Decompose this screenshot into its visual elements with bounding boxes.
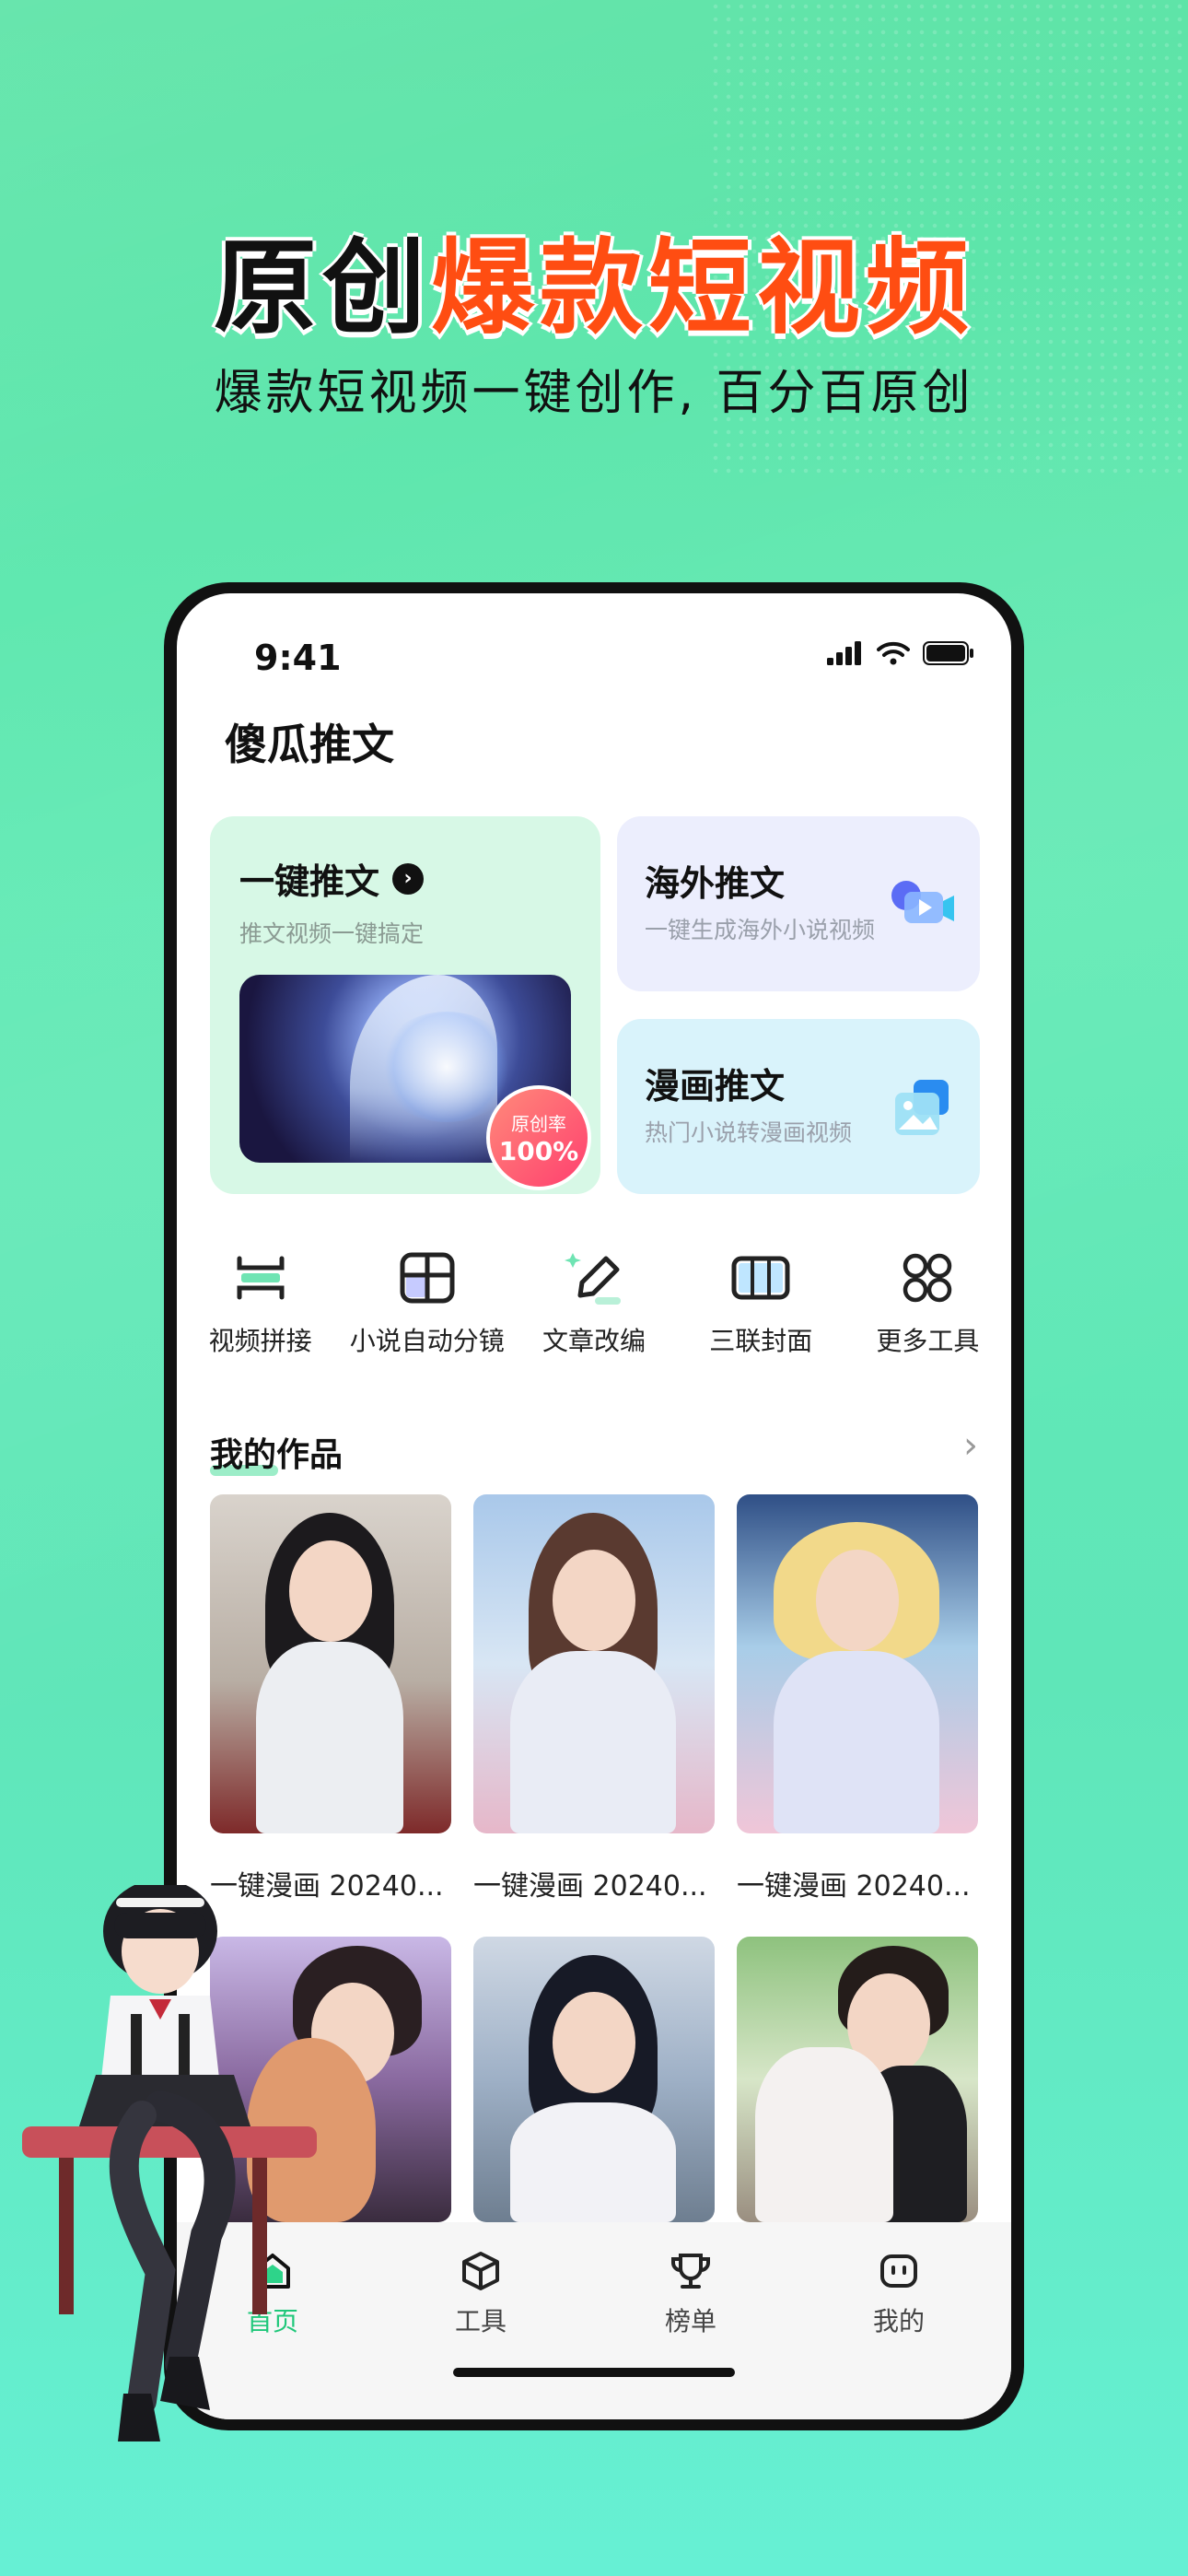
- badge-label: 原创率: [511, 1113, 566, 1135]
- thumb-body: [755, 2047, 893, 2222]
- one-click-tweet-card[interactable]: 一键推文 › 推文视频一键搞定 原创率 100%: [210, 816, 600, 1194]
- thumb-body: [774, 1651, 939, 1833]
- tool-label: 三联封面: [709, 1326, 813, 1356]
- hero-title-orange: 爆款短视频: [431, 228, 974, 348]
- comic-tweet-card[interactable]: 漫画推文 热门小说转漫画视频: [617, 1019, 980, 1194]
- tool-storyboard[interactable]: 小说自动分镜: [344, 1246, 510, 1384]
- work-caption: 一键漫画 20240...: [473, 1870, 707, 1903]
- chevron-right-icon[interactable]: ›: [963, 1424, 978, 1467]
- overseas-tweet-card[interactable]: 海外推文 一键生成海外小说视频: [617, 816, 980, 991]
- video-camera-icon: [891, 881, 954, 923]
- tab-label: 工具: [454, 2306, 507, 2336]
- tab-label: 我的: [872, 2306, 925, 2336]
- one-click-tweet-title-row: 一键推文 ›: [239, 853, 425, 904]
- one-click-tweet-title: 一键推文: [239, 861, 380, 902]
- work-thumbnail-3[interactable]: [737, 1494, 978, 1833]
- thumb-face: [553, 1550, 635, 1651]
- artwork-glow: [378, 1012, 516, 1122]
- tool-label: 更多工具: [876, 1326, 980, 1356]
- badge-value: 100%: [498, 1136, 579, 1166]
- status-bar: 9:41: [177, 638, 1011, 684]
- cube-icon: [462, 2252, 499, 2290]
- anime-girl-mascot-illustration: [22, 1885, 317, 2441]
- tab-ranking[interactable]: 榜单: [626, 2248, 755, 2338]
- work-caption: 一键漫画 20240...: [737, 1870, 971, 1903]
- originality-badge: 原创率 100%: [486, 1085, 591, 1190]
- tool-triptych-cover[interactable]: 三联封面: [678, 1246, 844, 1384]
- arrow-right-icon: ›: [392, 862, 425, 895]
- one-click-tweet-subtitle: 推文视频一键搞定: [239, 920, 425, 947]
- work-thumbnail-5[interactable]: [473, 1937, 715, 2222]
- tool-video-splice[interactable]: 视频拼接: [177, 1246, 344, 1384]
- thumb-face: [816, 1550, 899, 1651]
- hero-title: 原创爆款短视频: [0, 205, 1188, 354]
- tool-label: 视频拼接: [208, 1326, 312, 1356]
- tool-article-adapt[interactable]: 文章改编: [510, 1246, 677, 1384]
- thumb-body: [256, 1642, 403, 1833]
- comic-tweet-title: 漫画推文: [645, 1066, 786, 1107]
- hero-subtitle: 爆款短视频一键创作, 百分百原创: [214, 366, 974, 421]
- thumb-body: [510, 2102, 676, 2222]
- wifi-icon: [877, 641, 910, 665]
- comic-tweet-subtitle: 热门小说转漫画视频: [645, 1119, 853, 1146]
- more-grid-icon: [903, 1253, 952, 1303]
- status-icons: [827, 641, 974, 665]
- trophy-icon: [671, 2254, 710, 2289]
- thumb-body: [510, 1651, 676, 1833]
- profile-face-icon: [880, 2254, 917, 2288]
- video-splice-icon: [237, 1256, 285, 1300]
- image-icon: [895, 1080, 949, 1135]
- tab-label: 榜单: [664, 2306, 716, 2336]
- tool-more[interactable]: 更多工具: [844, 1246, 1011, 1384]
- thumb-face: [553, 1992, 635, 2093]
- work-thumbnail-6[interactable]: [737, 1937, 978, 2222]
- triptych-cover-icon: [731, 1256, 790, 1300]
- my-works-title: 我的作品: [210, 1436, 344, 1474]
- home-indicator: [453, 2368, 735, 2377]
- work-thumbnail-1[interactable]: [210, 1494, 451, 1833]
- hero-title-black: 原创: [214, 228, 431, 348]
- tools-row: 视频拼接 小说自动分镜 文章改编 三联封面 更多工具: [177, 1246, 1011, 1384]
- tab-tools[interactable]: 工具: [416, 2248, 545, 2338]
- app-title: 傻瓜推文: [225, 720, 394, 769]
- tool-label: 文章改编: [542, 1326, 646, 1356]
- thumb-face: [289, 1540, 372, 1642]
- tab-profile[interactable]: 我的: [834, 2248, 963, 2338]
- storyboard-icon: [400, 1252, 455, 1304]
- tool-label: 小说自动分镜: [349, 1326, 505, 1356]
- overseas-tweet-subtitle: 一键生成海外小说视频: [645, 917, 876, 943]
- pen-edit-icon: [565, 1253, 621, 1305]
- work-thumbnail-2[interactable]: [473, 1494, 715, 1833]
- status-time: 9:41: [254, 638, 342, 678]
- cellular-signal-icon: [827, 641, 861, 665]
- overseas-tweet-title: 海外推文: [645, 863, 786, 904]
- battery-icon: [923, 641, 973, 665]
